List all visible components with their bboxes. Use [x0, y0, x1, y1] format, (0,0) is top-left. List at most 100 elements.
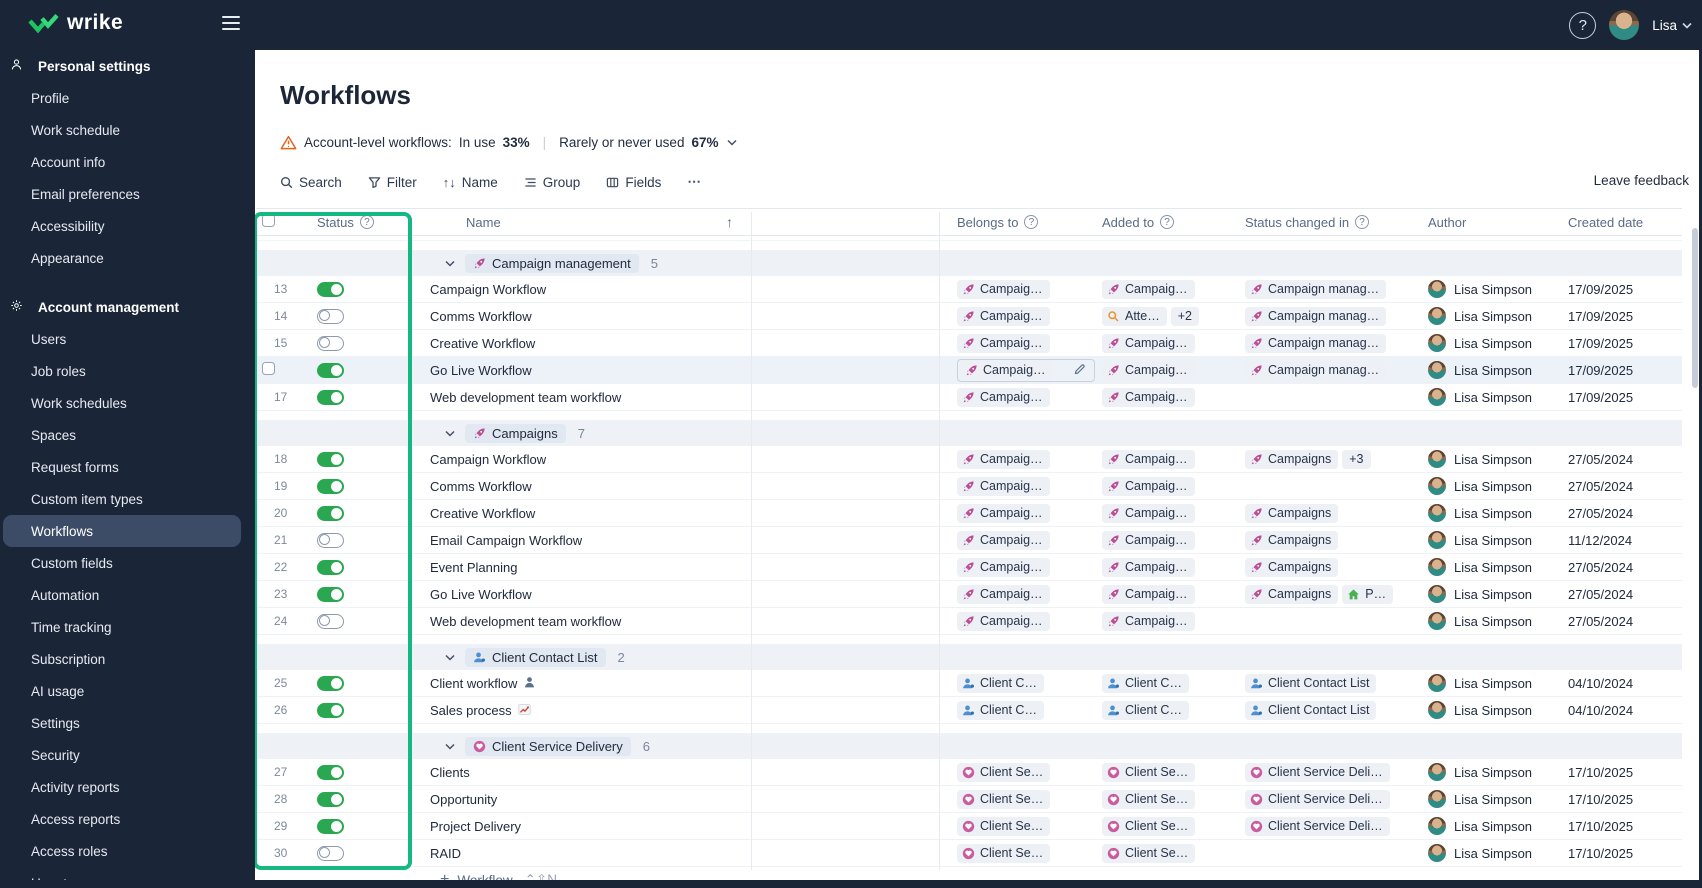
- added-to-chip[interactable]: Campaig…: [1102, 333, 1195, 353]
- sidebar-item-access-reports[interactable]: Access reports: [0, 803, 255, 835]
- sidebar-item-appearance[interactable]: Appearance: [0, 242, 255, 274]
- sidebar-section-personal-settings[interactable]: Personal settings: [0, 50, 255, 82]
- added-to-chip[interactable]: +2: [1170, 306, 1200, 326]
- added-to-chip[interactable]: Client Se…: [1102, 843, 1196, 863]
- workflow-name[interactable]: Project Delivery: [430, 819, 521, 834]
- status-changed-chip[interactable]: Campaign manag…: [1245, 333, 1387, 353]
- group-label[interactable]: Client Contact List: [465, 647, 606, 667]
- name-column-header[interactable]: Name ↑: [420, 214, 751, 230]
- row-checkbox[interactable]: [262, 362, 275, 375]
- status-toggle[interactable]: [317, 451, 344, 467]
- added-to-chip[interactable]: Client C…: [1102, 673, 1189, 693]
- sidebar-item-users[interactable]: Users: [0, 323, 255, 355]
- status-changed-chip[interactable]: Client Contact List: [1245, 700, 1377, 720]
- workflow-name[interactable]: RAID: [430, 846, 461, 861]
- search-button[interactable]: Search: [280, 175, 342, 190]
- help-icon[interactable]: ?: [1569, 11, 1597, 39]
- belongs-to-chip[interactable]: Client Se…: [957, 816, 1051, 836]
- added-to-chip[interactable]: Client Se…: [1102, 762, 1196, 782]
- status-changed-chip[interactable]: Client Service Deli…: [1245, 762, 1390, 782]
- sidebar-item-subscription[interactable]: Subscription: [0, 643, 255, 675]
- workflow-name[interactable]: Sales process: [430, 703, 512, 718]
- added-to-chip[interactable]: Campaig…: [1102, 530, 1195, 550]
- sidebar-item-access-roles[interactable]: Access roles: [0, 835, 255, 867]
- belongs-to-edit-cell[interactable]: Campaig…: [957, 358, 1095, 382]
- filter-button[interactable]: Filter: [368, 175, 417, 190]
- workflow-name[interactable]: Comms Workflow: [430, 479, 532, 494]
- added-to-chip[interactable]: Campaig…: [1102, 387, 1195, 407]
- workflow-name[interactable]: Comms Workflow: [430, 309, 532, 324]
- sort-button[interactable]: ↑↓ Name: [443, 175, 498, 190]
- sidebar-item-profile[interactable]: Profile: [0, 82, 255, 114]
- group-label[interactable]: Client Service Delivery: [465, 736, 631, 756]
- workflow-name[interactable]: Creative Workflow: [430, 506, 535, 521]
- sidebar-item-settings[interactable]: Settings: [0, 707, 255, 739]
- group-label[interactable]: Campaign management: [465, 253, 639, 273]
- status-changed-chip[interactable]: P…: [1342, 584, 1394, 604]
- belongs-to-chip[interactable]: Campaig…: [957, 503, 1050, 523]
- user-menu[interactable]: Lisa: [1652, 18, 1692, 33]
- status-changed-in-column-header[interactable]: Status changed in ?: [1240, 215, 1420, 230]
- workflow-name[interactable]: Email Campaign Workflow: [430, 533, 582, 548]
- added-to-column-header[interactable]: Added to ?: [1095, 215, 1240, 230]
- status-toggle[interactable]: [317, 586, 344, 602]
- chevron-down-icon[interactable]: [445, 260, 455, 267]
- status-toggle[interactable]: [317, 818, 344, 834]
- status-changed-chip[interactable]: +3: [1342, 449, 1371, 469]
- group-button[interactable]: Group: [524, 175, 580, 190]
- belongs-to-chip[interactable]: Campaig…: [957, 611, 1050, 631]
- added-to-chip[interactable]: Campaig…: [1102, 279, 1195, 299]
- added-to-chip[interactable]: Campaig…: [1102, 476, 1195, 496]
- added-to-chip[interactable]: Client Se…: [1102, 789, 1196, 809]
- added-to-chip[interactable]: Atte…: [1102, 306, 1167, 326]
- belongs-to-chip[interactable]: Client Se…: [957, 789, 1051, 809]
- user-avatar[interactable]: [1609, 10, 1640, 40]
- status-toggle[interactable]: [317, 613, 344, 629]
- status-changed-chip[interactable]: Campaign manag…: [1245, 360, 1387, 380]
- added-to-chip[interactable]: Campaig…: [1102, 557, 1195, 577]
- author-column-header[interactable]: Author: [1420, 215, 1560, 230]
- belongs-to-chip[interactable]: Client C…: [957, 673, 1044, 693]
- belongs-to-help-icon[interactable]: ?: [1024, 215, 1039, 229]
- status-changed-chip[interactable]: Campaigns: [1245, 584, 1339, 604]
- status-changed-chip[interactable]: Campaigns: [1245, 503, 1339, 523]
- sidebar-item-custom-item-types[interactable]: Custom item types: [0, 483, 255, 515]
- status-toggle[interactable]: [317, 845, 344, 861]
- workflow-name[interactable]: Go Live Workflow: [430, 363, 532, 378]
- status-toggle[interactable]: [317, 791, 344, 807]
- sidebar-item-account-info[interactable]: Account info: [0, 146, 255, 178]
- status-changed-chip[interactable]: Client Contact List: [1245, 673, 1377, 693]
- status-toggle[interactable]: [317, 702, 344, 718]
- added-to-chip[interactable]: Client C…: [1102, 700, 1189, 720]
- status-changed-chip[interactable]: Campaigns: [1245, 530, 1339, 550]
- belongs-to-chip[interactable]: Campaig…: [957, 476, 1050, 496]
- status-changed-chip[interactable]: Campaign manag…: [1245, 306, 1387, 326]
- belongs-to-chip[interactable]: Campaig…: [957, 387, 1050, 407]
- status-toggle[interactable]: [317, 675, 344, 691]
- status-toggle[interactable]: [317, 308, 344, 324]
- status-toggle[interactable]: [317, 532, 344, 548]
- workflow-name[interactable]: Client workflow: [430, 676, 517, 691]
- status-column-header[interactable]: Status ?: [302, 215, 420, 230]
- workflow-name[interactable]: Campaign Workflow: [430, 282, 546, 297]
- status-toggle[interactable]: [317, 281, 344, 297]
- workflow-name[interactable]: Opportunity: [430, 792, 497, 807]
- workflow-name[interactable]: Web development team workflow: [430, 390, 621, 405]
- sidebar-item-email-preferences[interactable]: Email preferences: [0, 178, 255, 210]
- status-toggle[interactable]: [317, 478, 344, 494]
- belongs-to-chip[interactable]: Client Se…: [957, 762, 1051, 782]
- status-toggle[interactable]: [317, 389, 344, 405]
- fields-button[interactable]: Fields: [606, 175, 661, 190]
- status-changed-chip[interactable]: Client Service Deli…: [1245, 789, 1390, 809]
- status-toggle[interactable]: [317, 505, 344, 521]
- chevron-down-icon[interactable]: [727, 139, 738, 146]
- added-to-chip[interactable]: Campaig…: [1102, 503, 1195, 523]
- hamburger-menu-icon[interactable]: [222, 16, 240, 30]
- belongs-to-chip[interactable]: Campaig…: [957, 279, 1050, 299]
- status-changed-help-icon[interactable]: ?: [1355, 215, 1370, 229]
- status-changed-chip[interactable]: Campaigns: [1245, 449, 1339, 469]
- sidebar-section-account-management[interactable]: Account management: [0, 291, 255, 323]
- select-all-checkbox[interactable]: [262, 214, 275, 227]
- sidebar-item-workflows[interactable]: Workflows: [3, 515, 241, 547]
- sidebar-item-activity-reports[interactable]: Activity reports: [0, 771, 255, 803]
